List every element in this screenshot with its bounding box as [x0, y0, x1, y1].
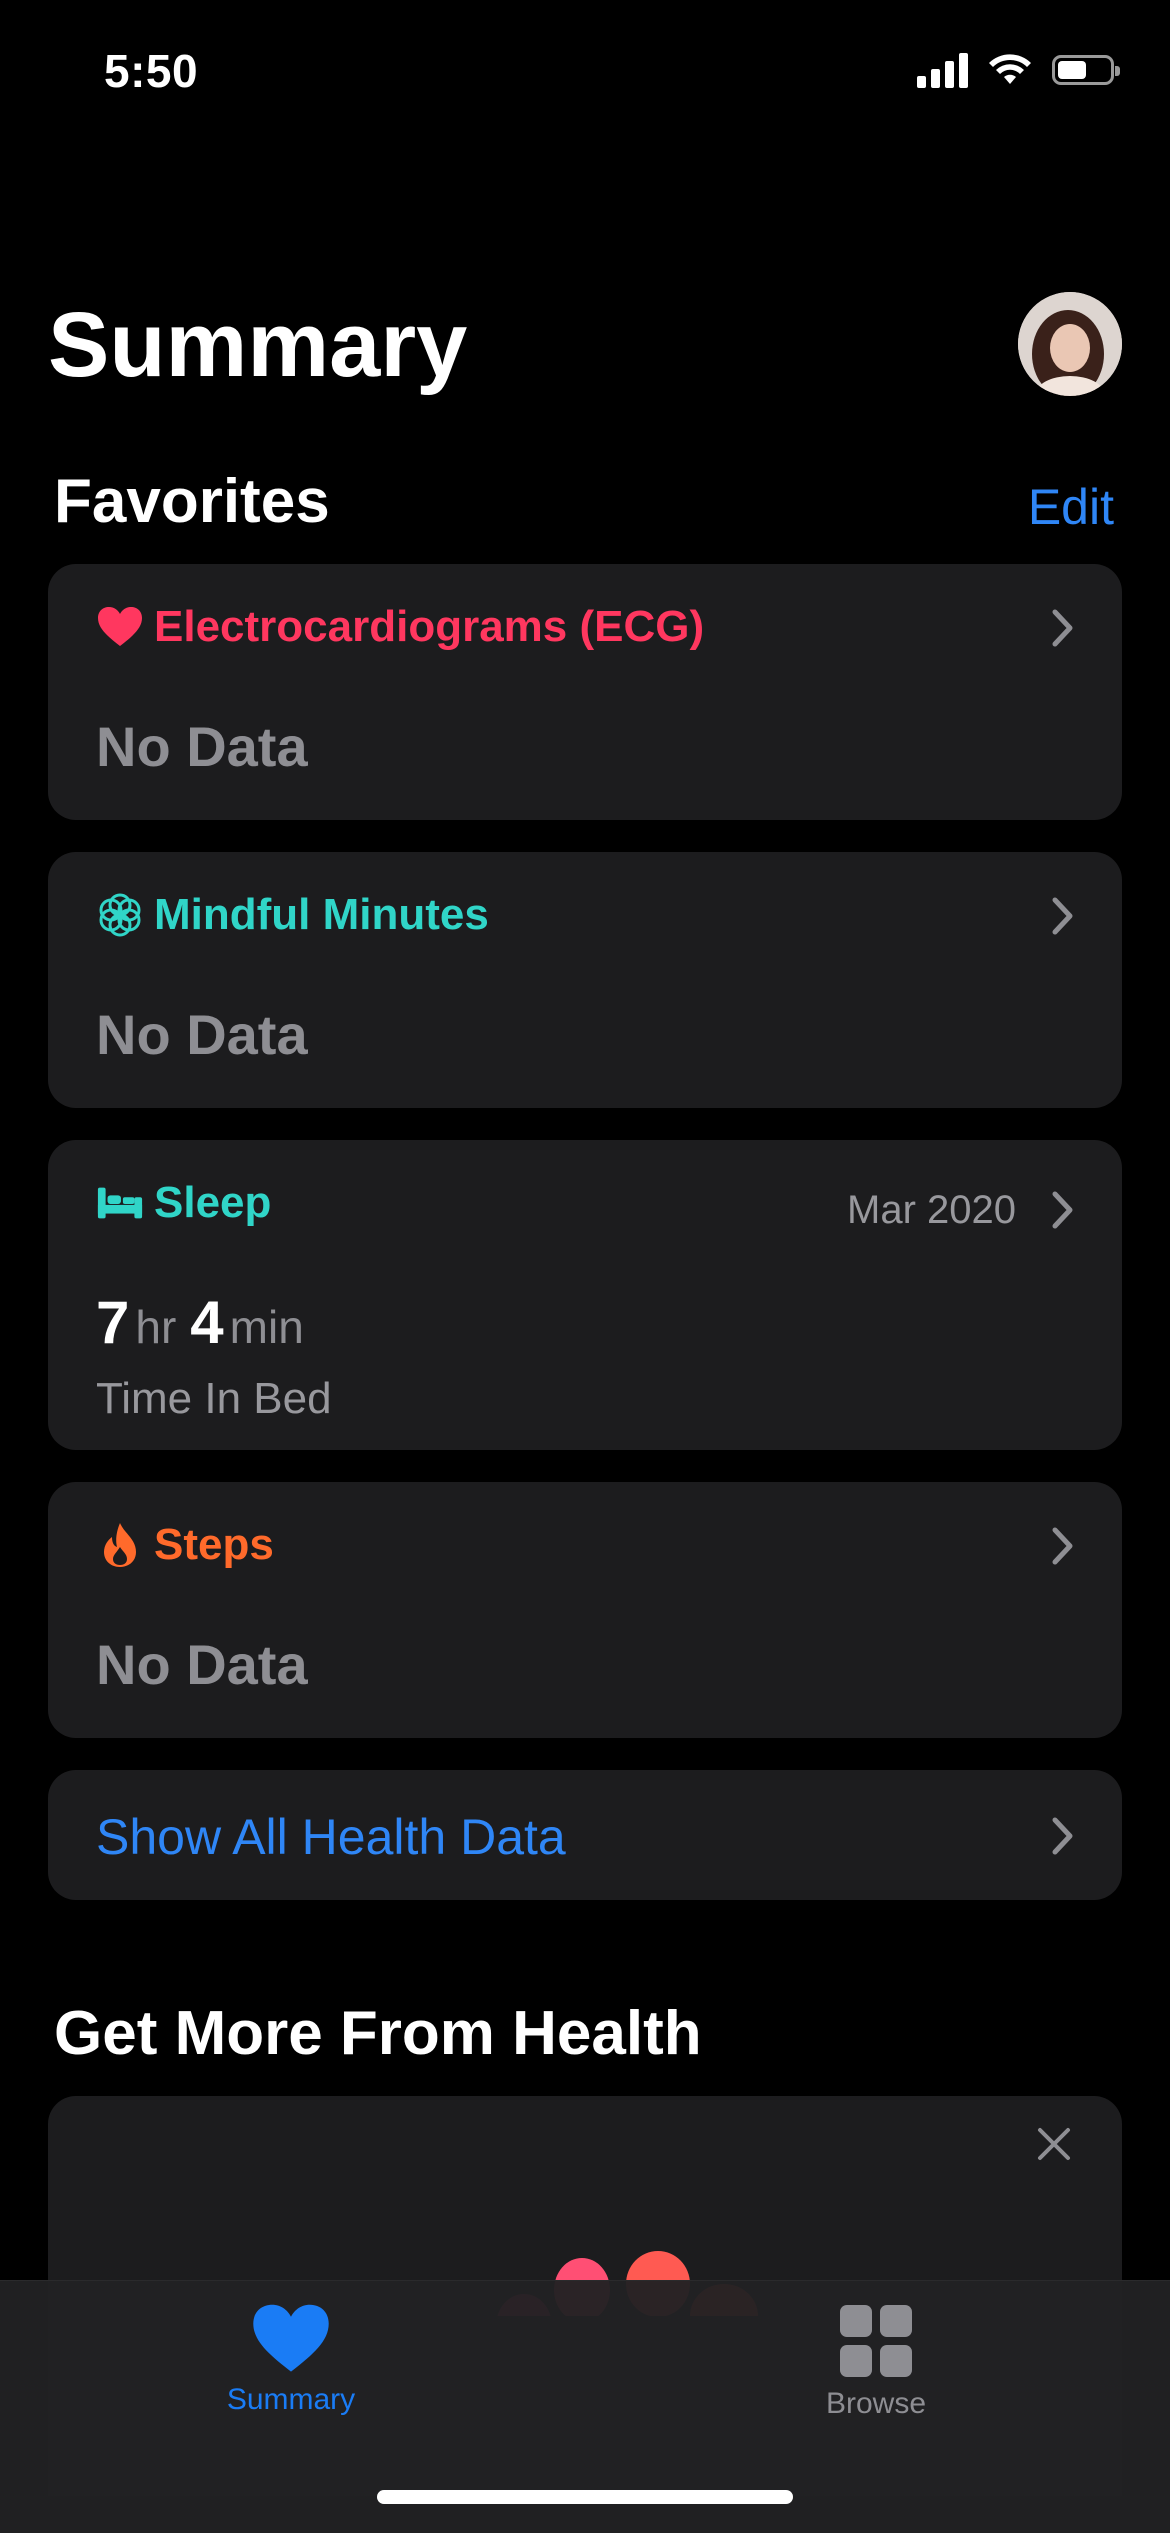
heart-icon: [96, 603, 144, 651]
card-value: No Data: [96, 1633, 308, 1696]
chevron-right-icon: [1052, 897, 1073, 935]
page-title: Summary: [48, 294, 468, 396]
card-value: No Data: [96, 715, 308, 778]
card-header: Sleep: [96, 1178, 271, 1228]
card-title: Electrocardiograms (ECG): [154, 602, 705, 651]
card-header: Steps: [96, 1520, 274, 1570]
card-header: Mindful Minutes: [96, 890, 489, 940]
sleep-subtitle: Time In Bed: [96, 1374, 332, 1423]
profile-avatar[interactable]: [1018, 292, 1122, 396]
chevron-right-icon: [1052, 1817, 1073, 1855]
flame-icon: [96, 1521, 144, 1569]
sleep-hours: 7: [96, 1289, 130, 1356]
home-indicator[interactable]: [377, 2490, 793, 2504]
heart-icon: [253, 2304, 329, 2372]
battery-icon: [1052, 55, 1120, 85]
grid-icon: [840, 2305, 912, 2377]
card-date: Mar 2020: [847, 1188, 1016, 1232]
tab-browse[interactable]: Browse: [726, 2303, 1026, 2421]
get-more-section-title: Get More From Health: [54, 1999, 702, 2068]
mindfulness-flower-icon: [96, 891, 144, 939]
status-bar: 5:50: [0, 0, 1170, 150]
card-title: Sleep: [154, 1178, 272, 1227]
battery-level: [1058, 61, 1086, 79]
card-title: Mindful Minutes: [154, 890, 489, 939]
status-icons: [917, 52, 1120, 88]
edit-favorites-button[interactable]: Edit: [1028, 478, 1114, 536]
favorite-card-sleep[interactable]: Sleep Mar 2020 7 hr 4 min Time In Bed: [48, 1140, 1122, 1450]
bed-icon: [96, 1179, 144, 1227]
tab-label: Browse: [825, 2387, 927, 2420]
avatar-image: [1018, 292, 1122, 396]
cellular-signal-icon: [917, 52, 968, 88]
favorite-card-mindful-minutes[interactable]: Mindful Minutes No Data: [48, 852, 1122, 1108]
chevron-right-icon: [1052, 609, 1073, 647]
tab-summary[interactable]: Summary: [141, 2303, 441, 2417]
chevron-right-icon: [1052, 1191, 1073, 1229]
tab-label: Summary: [226, 2383, 356, 2416]
wifi-icon: [989, 54, 1031, 84]
chevron-right-icon: [1052, 1527, 1073, 1565]
show-all-label: Show All Health Data: [96, 1809, 566, 1865]
favorites-section-title: Favorites: [54, 467, 330, 536]
show-all-health-data-button[interactable]: Show All Health Data: [48, 1770, 1122, 1900]
card-header: Electrocardiograms (ECG): [96, 602, 704, 652]
sleep-minutes-unit: min: [229, 1301, 304, 1353]
favorite-card-ecg[interactable]: Electrocardiograms (ECG) No Data: [48, 564, 1122, 820]
status-time: 5:50: [104, 45, 199, 97]
card-value: No Data: [96, 1003, 308, 1066]
sleep-hours-unit: hr: [135, 1301, 177, 1353]
sleep-minutes: 4: [190, 1289, 224, 1356]
sleep-duration: 7 hr 4 min: [96, 1288, 318, 1357]
favorite-card-steps[interactable]: Steps No Data: [48, 1482, 1122, 1738]
close-icon[interactable]: [1034, 2124, 1074, 2164]
card-title: Steps: [154, 1520, 274, 1569]
